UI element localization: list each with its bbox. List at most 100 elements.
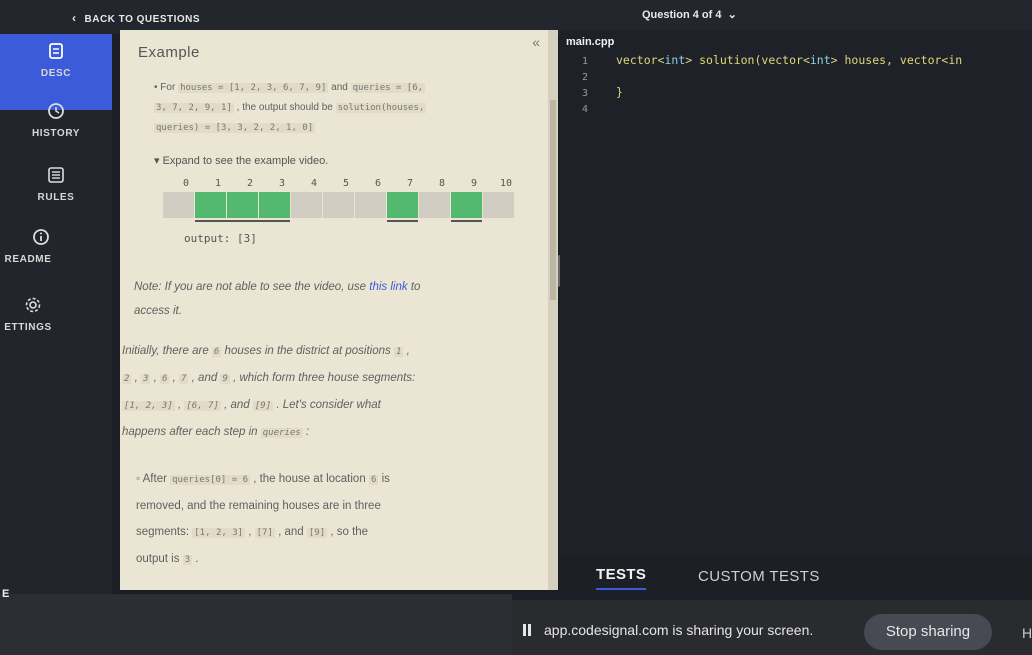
share-message: app.codesignal.com is sharing your scree… [544, 622, 814, 638]
code: 1 [393, 347, 404, 357]
house-numbers: 0 1 2 3 4 5 6 7 8 9 10 [170, 178, 530, 190]
nav-settings-label: ETTINGS [4, 322, 52, 333]
queries-code-cont: 3, 7, 2, 9, 1] [154, 103, 234, 113]
scrollbar-thumb[interactable] [550, 100, 556, 300]
text: After [142, 473, 167, 485]
chevron-down-icon: ⌄ [724, 9, 737, 21]
solution-result-code: queries) = [3, 3, 2, 2, 1, 0] [154, 123, 316, 133]
text: , and [224, 399, 250, 411]
text: , the house at location [253, 473, 366, 485]
house-cell-empty [483, 192, 514, 218]
back-label: BACK TO QUESTIONS [84, 14, 201, 25]
code: 2 [122, 374, 132, 384]
stop-sharing-button[interactable]: Stop sharing [864, 614, 992, 650]
video-link[interactable]: this link [369, 281, 407, 293]
text: Initially, there are [122, 345, 209, 357]
segment-underline [195, 220, 290, 222]
expand-video-label: Expand to see the example video. [162, 155, 329, 167]
note-to: to [410, 281, 421, 293]
text: houses in the district at positions [224, 345, 391, 357]
house-number: 2 [246, 178, 254, 189]
cut-off-label: E [2, 588, 10, 600]
line-number: 4 [582, 104, 589, 115]
bullet-for: For [160, 82, 176, 93]
description-panel: « Example • For houses = [1, 2, 3, 6, 7,… [120, 30, 550, 590]
bullet-output-text: , the output should be [236, 102, 333, 113]
pause-icon [523, 624, 531, 636]
text: , so the [330, 526, 369, 538]
text: happens after each step in [122, 426, 258, 438]
house-cell-empty [355, 192, 386, 218]
nav-history[interactable]: HISTORY [0, 102, 112, 139]
code: [7] [254, 528, 275, 538]
code-token: } [616, 85, 623, 99]
house-number: 3 [278, 178, 286, 189]
code-token: int [809, 53, 831, 67]
house-number: 5 [342, 178, 350, 189]
text: , and [278, 526, 304, 538]
code: queries[0] = 6 [170, 475, 250, 485]
nav-rules[interactable]: RULES [0, 166, 112, 203]
note-text: Note: If you are not able to see the vid… [134, 281, 367, 293]
code: 3 [182, 555, 193, 565]
house-number: 10 [499, 178, 513, 189]
example-bullet: • For houses = [1, 2, 3, 6, 7, 9] and qu… [154, 82, 427, 133]
text: , which form three house segments: [233, 372, 416, 384]
house-cell-empty [163, 192, 194, 218]
code-token: vector< [616, 53, 665, 67]
nav-desc[interactable]: DESC [0, 34, 112, 110]
code-line-3: } [616, 84, 962, 100]
code-editor[interactable]: main.cpp 1 2 3 4 vector<int> solution(ve… [560, 30, 1032, 560]
code: 6 [368, 475, 379, 485]
house-number: 9 [470, 178, 478, 189]
house-cell-occupied [227, 192, 258, 218]
code-token: > houses, vector<in [830, 53, 963, 67]
nav-readme-label: README [4, 254, 52, 265]
house-cell-occupied [259, 192, 290, 218]
nav-settings[interactable]: ETTINGS [0, 296, 84, 333]
nav-rules-label: RULES [37, 192, 75, 203]
house-strip [163, 192, 516, 222]
line-numbers: 1 2 3 4 [582, 54, 588, 118]
question-selector[interactable]: Question 4 of 4 ⌄ [642, 8, 737, 21]
bullet-and: and [331, 82, 348, 93]
code: 7 [179, 374, 189, 384]
nav-desc-label: DESC [40, 68, 72, 79]
tests-tabbar: TESTS CUSTOM TESTS [560, 558, 1032, 592]
chevron-left-icon: ‹ [72, 11, 77, 25]
tab-tests[interactable]: TESTS [596, 566, 647, 590]
code: 3 [141, 374, 151, 384]
screen-share-bar: app.codesignal.com is sharing your scree… [512, 600, 1032, 655]
note-text-2: access it. [134, 305, 182, 317]
code-token: > solution(vector< [685, 53, 810, 67]
description-scrollbar[interactable] [548, 30, 558, 590]
info-icon [33, 229, 49, 245]
collapse-panel-icon[interactable]: « [532, 34, 540, 50]
queries-code: queries = [6, [350, 83, 426, 93]
house-cell-empty [323, 192, 354, 218]
segment-underline [451, 220, 482, 222]
text: , and [191, 372, 218, 384]
code: [6, 7] [184, 401, 221, 411]
code-line-1: vector<int> solution(vector<int> houses,… [616, 52, 962, 68]
left-sidebar: DESC HISTORY RULES README ETTINGS [0, 34, 112, 594]
clock-icon [48, 103, 64, 119]
expand-video-toggle[interactable]: ▾ Expand to see the example video. [154, 154, 328, 167]
code: [1, 2, 3] [192, 528, 246, 538]
hide-button[interactable]: H [1022, 625, 1032, 641]
house-number: 6 [374, 178, 382, 189]
code-text[interactable]: vector<int> solution(vector<int> houses,… [616, 52, 962, 116]
code: [9] [252, 401, 274, 411]
file-tab[interactable]: main.cpp [566, 36, 614, 48]
text: . Let's consider what [276, 399, 381, 411]
house-number: 4 [310, 178, 318, 189]
tab-custom-tests[interactable]: CUSTOM TESTS [698, 568, 820, 585]
back-to-questions-link[interactable]: ‹ BACK TO QUESTIONS [72, 11, 200, 25]
example-output: output: [3] [184, 232, 257, 245]
paragraph-intro: Initially, there are 6 houses in the dis… [122, 345, 416, 438]
nav-readme[interactable]: README [0, 228, 84, 265]
code-token: int [664, 53, 686, 67]
nav-history-label: HISTORY [31, 128, 81, 139]
